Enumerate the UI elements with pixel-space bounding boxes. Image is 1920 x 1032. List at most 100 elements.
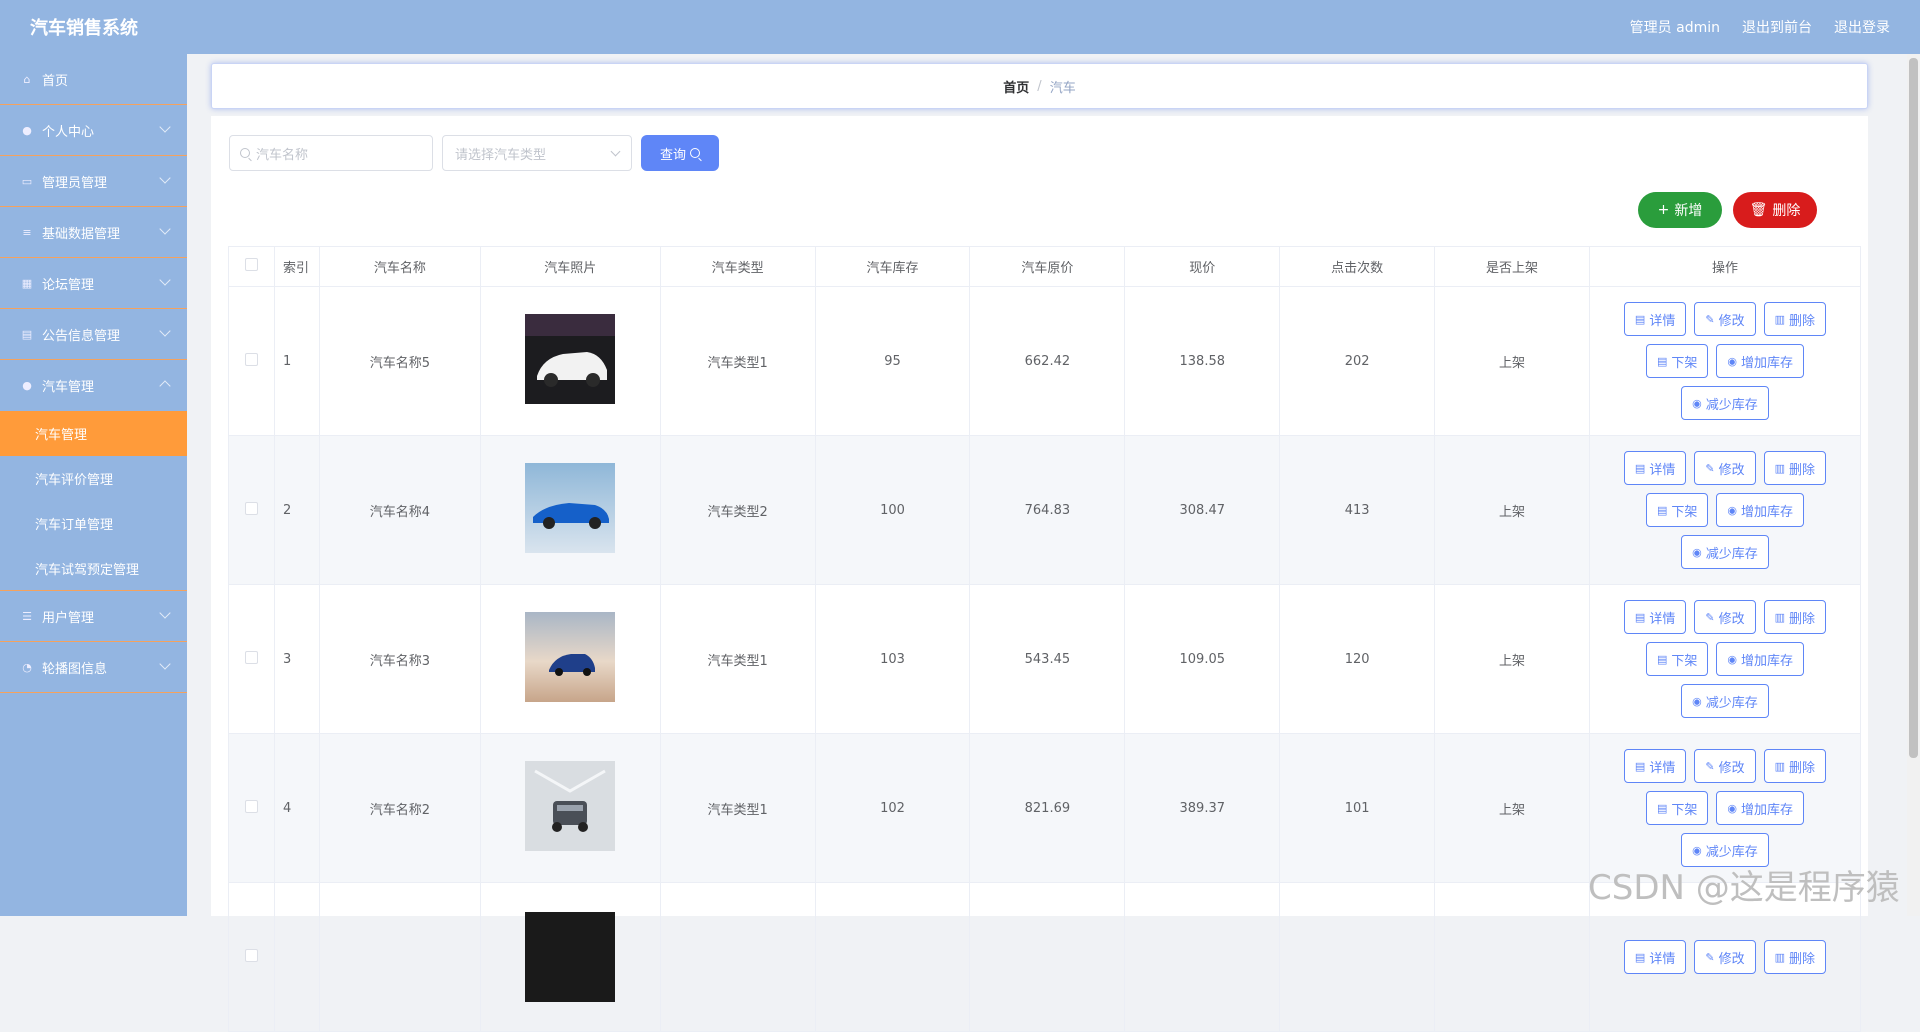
breadcrumb-home[interactable]: 首页 (1003, 77, 1029, 96)
query-button[interactable]: 查询 (641, 135, 719, 171)
row-select-cell[interactable] (228, 882, 275, 1032)
list-icon: ≡ (22, 225, 32, 239)
sidebar-item-admin[interactable]: ▭ 管理员管理 (0, 156, 187, 207)
document-icon: ▤ (1656, 503, 1668, 517)
sidebar: ⌂ 首页 ● 个人中心 ▭ 管理员管理 ≡ 基础数据管理 ▦ 论坛管理 ▤ 公告… (0, 54, 187, 916)
detail-label: 详情 (1649, 951, 1676, 967)
sidebar-sub-car-review[interactable]: 汽车评价管理 (0, 456, 187, 501)
cell-price: 138.58 (1124, 286, 1281, 436)
cell-name: 汽车名称5 (318, 286, 481, 436)
edit-button[interactable]: ✎ 修改 (1694, 451, 1756, 485)
delete-label: 删除 (1772, 203, 1801, 219)
edit-icon: ✎ (1705, 461, 1715, 475)
cell-status (1434, 882, 1590, 1032)
offshelf-button[interactable]: ▤ 下架 (1645, 791, 1709, 825)
sidebar-item-home[interactable]: ⌂ 首页 (0, 54, 187, 105)
chevron-up-icon (159, 380, 171, 392)
row-checkbox[interactable] (244, 352, 258, 366)
sidebar-item-label: 个人中心 (42, 124, 95, 140)
car-photo[interactable] (525, 314, 616, 404)
sidebar-sub-test-drive[interactable]: 汽车试驾预定管理 (0, 546, 187, 591)
col-header: 点击次数 (1279, 246, 1436, 287)
add-stock-button[interactable]: ◉ 增加库存 (1716, 642, 1804, 676)
car-photo[interactable] (525, 463, 616, 553)
cell-ops: ▤ 详情 ✎ 修改 ▥ 删除 ▤ 下架 ◉ 增加库存 ◉ 减少库存 (1588, 435, 1862, 585)
sidebar-item-basic-data[interactable]: ≡ 基础数据管理 (0, 207, 187, 258)
edit-button[interactable]: ✎ 修改 (1694, 940, 1756, 974)
car-photo[interactable] (525, 612, 616, 702)
main-area: 首页 / 汽车 汽车名称 请选择汽车类型 查询 + 新增 🗑 删除 索引 汽车名… (187, 54, 1920, 1032)
add-button[interactable]: + 新增 (1638, 192, 1722, 228)
detail-button[interactable]: ▤ 详情 (1623, 600, 1687, 634)
cell-clicks (1279, 882, 1436, 1032)
sidebar-item-users[interactable]: ☰ 用户管理 (0, 591, 187, 642)
add-stock-button[interactable]: ◉ 增加库存 (1716, 791, 1804, 825)
delete-button[interactable]: ▥ 删除 (1763, 940, 1826, 974)
edit-button[interactable]: ✎ 修改 (1694, 749, 1756, 783)
delete-button[interactable]: ▥ 删除 (1763, 302, 1826, 336)
sidebar-item-car[interactable]: ● 汽车管理 (0, 360, 187, 411)
cell-index: 1 (273, 286, 320, 436)
document-icon: ▤ (1634, 759, 1646, 773)
trash-icon: ▥ (1774, 950, 1785, 964)
row-checkbox[interactable] (244, 501, 258, 515)
offshelf-button[interactable]: ▤ 下架 (1645, 344, 1709, 378)
offshelf-button[interactable]: ▤ 下架 (1645, 642, 1709, 676)
car-type-select[interactable]: 请选择汽车类型 (442, 135, 632, 171)
offshelf-label: 下架 (1671, 355, 1698, 371)
plus-icon: + (1657, 202, 1670, 218)
detail-label: 详情 (1649, 313, 1676, 329)
offshelf-button[interactable]: ▤ 下架 (1645, 493, 1709, 527)
select-all-cell[interactable] (228, 246, 275, 287)
sidebar-item-personal[interactable]: ● 个人中心 (0, 105, 187, 156)
edit-button[interactable]: ✎ 修改 (1694, 600, 1756, 634)
car-photo[interactable] (525, 761, 616, 851)
edit-icon: ✎ (1705, 610, 1715, 624)
row-select-cell[interactable] (228, 584, 275, 734)
sidebar-item-forum[interactable]: ▦ 论坛管理 (0, 258, 187, 309)
sidebar-sub-car-order[interactable]: 汽车订单管理 (0, 501, 187, 546)
row-checkbox[interactable] (244, 799, 258, 813)
reduce-stock-button[interactable]: ◉ 减少库存 (1681, 386, 1769, 420)
add-stock-button[interactable]: ◉ 增加库存 (1716, 493, 1804, 527)
edit-button[interactable]: ✎ 修改 (1694, 302, 1756, 336)
logout-link[interactable]: 退出登录 (1834, 17, 1890, 37)
location-icon: ◉ (1727, 801, 1737, 815)
row-actions: ▤ 详情 ✎ 修改 ▥ 删除 (1610, 940, 1840, 974)
sidebar-item-carousel[interactable]: ◔ 轮播图信息 (0, 642, 187, 693)
col-header: 操作 (1588, 246, 1862, 287)
search-icon (690, 148, 700, 158)
car-photo[interactable] (525, 912, 616, 1002)
sidebar-item-label: 轮播图信息 (42, 661, 108, 677)
sidebar-sub-car-manage[interactable]: 汽车管理 (0, 411, 187, 456)
breadcrumb-current: 汽车 (1049, 80, 1076, 96)
reduce-stock-button[interactable]: ◉ 减少库存 (1681, 684, 1769, 718)
select-all-checkbox[interactable] (244, 258, 258, 271)
delete-button[interactable]: ▥ 删除 (1763, 600, 1826, 634)
exit-to-front-link[interactable]: 退出到前台 (1742, 17, 1812, 37)
gauge-icon: ◔ (22, 660, 32, 674)
search-input[interactable]: 汽车名称 (229, 135, 433, 171)
scrollbar-thumb[interactable] (1909, 58, 1918, 758)
add-stock-button[interactable]: ◉ 增加库存 (1716, 344, 1804, 378)
cell-index: 3 (273, 584, 320, 734)
batch-delete-button[interactable]: 🗑 删除 (1733, 192, 1817, 228)
detail-button[interactable]: ▤ 详情 (1623, 940, 1687, 974)
row-checkbox[interactable] (244, 948, 258, 962)
detail-button[interactable]: ▤ 详情 (1623, 451, 1687, 485)
cell-original-price: 764.83 (969, 435, 1126, 585)
sidebar-item-notice[interactable]: ▤ 公告信息管理 (0, 309, 187, 360)
row-select-cell[interactable] (228, 733, 275, 883)
delete-button[interactable]: ▥ 删除 (1763, 749, 1826, 783)
row-select-cell[interactable] (228, 435, 275, 585)
cell-price (1124, 882, 1281, 1032)
cell-photo (479, 435, 661, 585)
row-select-cell[interactable] (228, 286, 275, 436)
reduce-stock-button[interactable]: ◉ 减少库存 (1681, 535, 1769, 569)
detail-button[interactable]: ▤ 详情 (1623, 302, 1687, 336)
cell-index: 2 (273, 435, 320, 585)
page-scrollbar[interactable] (1907, 54, 1920, 916)
row-checkbox[interactable] (244, 650, 258, 664)
detail-button[interactable]: ▤ 详情 (1623, 749, 1687, 783)
delete-button[interactable]: ▥ 删除 (1763, 451, 1826, 485)
